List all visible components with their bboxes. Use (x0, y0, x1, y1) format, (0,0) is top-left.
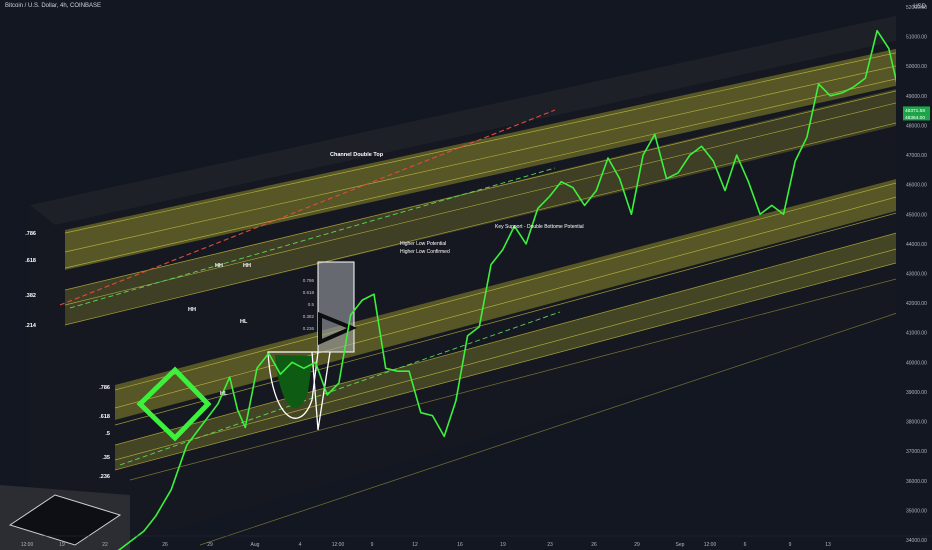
x-tick-label: 12:00 (21, 542, 34, 548)
fib-label-upper: .382 (25, 293, 36, 299)
x-tick-label: 29 (634, 542, 640, 548)
y-tick-label: 44000.00 (906, 242, 927, 248)
y-tick-label: 49000.00 (906, 94, 927, 100)
y-tick-label: 38000.00 (906, 420, 927, 426)
x-tick-label: 19 (500, 542, 506, 548)
price-badge-label: 48371.58 (905, 108, 925, 114)
y-tick-label: 42000.00 (906, 301, 927, 307)
y-tick-label: 45000.00 (906, 212, 927, 218)
fib-label-lower: .35 (102, 455, 110, 461)
annotation-double-top: Channel Double Top (330, 152, 384, 158)
y-tick-label: 51000.00 (906, 35, 927, 41)
x-tick-label: 12:00 (704, 542, 717, 548)
annotation-hh: HH (188, 307, 196, 313)
fib-box-label: 0.618 (303, 290, 315, 295)
x-tick-label: 22 (102, 542, 108, 548)
fib-box-label: 0.236 (303, 326, 315, 331)
y-tick-label: 48000.00 (906, 123, 927, 129)
y-tick-label: 43000.00 (906, 272, 927, 278)
x-tick-label: 19 (59, 542, 65, 548)
x-tick-label: 13 (825, 542, 831, 548)
x-tick-label: 6 (744, 542, 747, 548)
annotation-higher-low: Higher Low Potential (400, 241, 446, 247)
x-tick-label: Sep (676, 542, 685, 548)
y-tick-label: 35000.00 (906, 508, 927, 514)
annotation-key-support: Key Support - Double Bottome Potential (495, 224, 584, 230)
price-badge-label: 48364.00 (905, 115, 925, 121)
symbol-title: Bitcoin / U.S. Dollar, 4h, COINBASE (5, 3, 102, 9)
x-tick-label: Aug (251, 542, 260, 548)
y-tick-label: 36000.00 (906, 479, 927, 485)
fib-box-label: 0.5 (308, 302, 315, 307)
fib-label-lower: .786 (99, 385, 110, 391)
fib-box-label: 0.382 (303, 314, 315, 319)
fib-label-upper: .786 (25, 231, 36, 237)
currency-label: USD (913, 4, 926, 10)
x-tick-label: 16 (457, 542, 463, 548)
annotation-hh: HH (215, 263, 223, 269)
y-tick-label: 46000.00 (906, 183, 927, 189)
y-tick-label: 40000.00 (906, 360, 927, 366)
y-tick-label: 47000.00 (906, 153, 927, 159)
x-tick-label: 12:00 (332, 542, 345, 548)
x-tick-label: 29 (207, 542, 213, 548)
x-tick-label: 12 (412, 542, 418, 548)
x-tick-label: 9 (371, 542, 374, 548)
fib-label-lower: .236 (99, 474, 110, 480)
y-tick-label: 50000.00 (906, 64, 927, 70)
fib-label-lower: .5 (105, 431, 110, 437)
chart-root: 0.786 0.618 0.5 0.382 0.236 Channel Double To… (0, 0, 932, 550)
x-tick-label: 26 (162, 542, 168, 548)
fib-label-upper: .618 (25, 258, 36, 264)
x-tick-label: 4 (299, 542, 302, 548)
fib-label-lower: .618 (99, 414, 110, 420)
y-tick-label: 37000.00 (906, 449, 927, 455)
y-tick-label: 34000.00 (906, 538, 927, 544)
x-tick-label: 26 (591, 542, 597, 548)
y-tick-label: 39000.00 (906, 390, 927, 396)
fib-box-label: 0.786 (303, 278, 315, 283)
fib-label-upper: .214 (25, 323, 37, 329)
annotation-higher-low-confirmed: Higher Low Confirmed (400, 249, 450, 255)
chart-canvas[interactable]: 0.786 0.618 0.5 0.382 0.236 Channel Double To… (0, 0, 932, 550)
annotation-hl: HL (220, 391, 228, 397)
annotation-hl: HL (240, 319, 248, 325)
annotation-hh: HH (243, 263, 251, 269)
y-tick-label: 41000.00 (906, 331, 927, 337)
x-tick-label: 9 (789, 542, 792, 548)
x-tick-label: 23 (547, 542, 553, 548)
